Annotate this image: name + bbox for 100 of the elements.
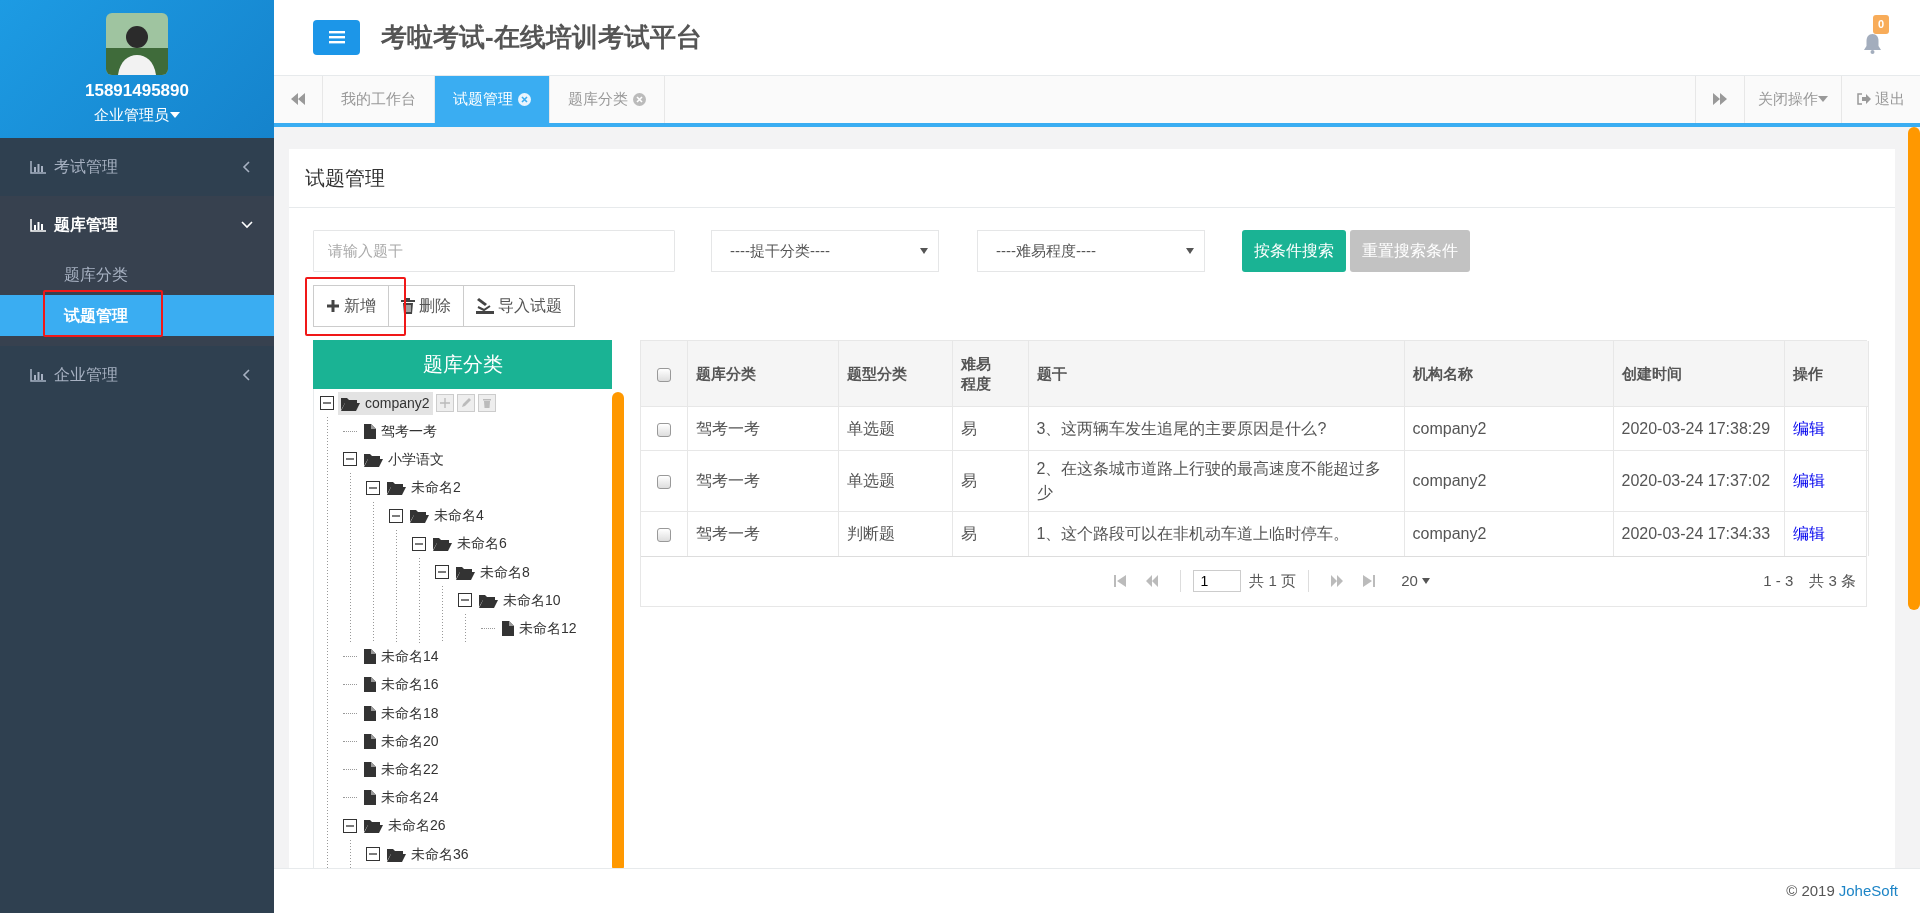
menu-item[interactable]: 题库管理 xyxy=(0,196,274,254)
folder-icon xyxy=(456,564,475,580)
caret-icon xyxy=(1818,96,1828,103)
sign-out-icon xyxy=(1857,93,1871,106)
collapse-toggle[interactable] xyxy=(320,396,334,410)
row-checkbox[interactable] xyxy=(656,475,671,490)
menu-item[interactable]: 企业管理 xyxy=(0,346,274,404)
tree-node[interactable]: 未命名12 xyxy=(499,617,580,640)
tree-node[interactable]: 未命名10 xyxy=(476,588,564,612)
file-icon xyxy=(364,677,376,693)
tree-node[interactable]: 未命名26 xyxy=(361,814,449,838)
collapse-toggle[interactable] xyxy=(435,565,449,580)
tree-node[interactable]: 驾考一考 xyxy=(361,419,440,443)
tree-node[interactable]: company2 xyxy=(338,391,433,415)
tree-node[interactable]: 小学语文 xyxy=(361,447,447,471)
collapse-toggle[interactable] xyxy=(412,536,426,551)
tree-node[interactable]: 未命名14 xyxy=(361,645,442,669)
scrollbar-thumb[interactable] xyxy=(1908,126,1920,610)
caret-icon xyxy=(1186,247,1194,254)
scroll-right-button[interactable] xyxy=(1695,75,1745,123)
file-icon xyxy=(364,423,376,439)
app-title: 考啦考试-在线培训考试平台 xyxy=(381,20,703,54)
tree-node[interactable]: 未命名2 xyxy=(384,476,464,500)
table-cell: 2020-03-24 17:38:29 xyxy=(1613,406,1784,451)
page-size-dropdown[interactable]: 20 xyxy=(1401,570,1430,593)
search-field[interactable]: 请输入题干 xyxy=(313,229,675,272)
edit-node-button[interactable] xyxy=(456,394,475,412)
collapse-toggle[interactable] xyxy=(389,508,403,523)
tree-node[interactable]: 未命名8 xyxy=(453,560,533,584)
table-cell: 驾考一考 xyxy=(687,511,838,556)
role-dropdown[interactable]: 企业管理员 xyxy=(93,103,181,126)
tree-node[interactable]: 未命名6 xyxy=(430,532,510,556)
plus-icon xyxy=(437,396,452,410)
folder-icon xyxy=(433,536,452,552)
file-icon xyxy=(502,621,514,636)
table-cell: company2 xyxy=(1404,511,1613,556)
tree-node[interactable]: 未命名24 xyxy=(361,786,442,810)
close-icon[interactable] xyxy=(633,92,646,106)
company-link[interactable]: JoheSoft xyxy=(1838,879,1898,903)
trash-icon xyxy=(401,297,415,314)
select-field[interactable]: ----难易程度---- xyxy=(977,229,1205,272)
column-header: 难易程度 xyxy=(952,340,1028,407)
tree-node[interactable]: 未命名4 xyxy=(407,504,487,528)
row-checkbox[interactable] xyxy=(656,527,671,542)
tree-title: 题库分类 xyxy=(313,339,612,389)
page-input[interactable]: 1 xyxy=(1193,570,1242,593)
row-checkbox[interactable] xyxy=(656,422,671,437)
import-button[interactable]: 导入试题 xyxy=(463,284,575,327)
tree-node[interactable]: 未命名18 xyxy=(361,701,442,725)
table-cell: 2、在这条城市道路上行驶的最高速度不能超过多少 xyxy=(1028,450,1404,512)
table-cell: 驾考一考 xyxy=(687,450,838,512)
edit-link[interactable]: 编辑 xyxy=(1792,419,1825,437)
bell-icon[interactable] xyxy=(1863,32,1882,54)
column-header: 机构名称 xyxy=(1404,340,1613,407)
record-range: 1 - 3 xyxy=(1763,571,1794,592)
tree-node[interactable]: 未命名22 xyxy=(361,757,442,781)
collapse-toggle[interactable] xyxy=(366,480,380,495)
collapse-toggle[interactable] xyxy=(458,593,472,608)
folder-icon xyxy=(479,592,498,608)
select-field[interactable]: ----提干分类---- xyxy=(711,229,939,272)
table-cell: 易 xyxy=(952,511,1028,556)
column-header: 创建时间 xyxy=(1613,340,1784,407)
previous-page-icon[interactable] xyxy=(1146,575,1159,588)
edit-link[interactable]: 编辑 xyxy=(1792,525,1825,543)
collapse-toggle[interactable] xyxy=(343,452,357,467)
record-total: 共 3 条 xyxy=(1809,571,1856,592)
close-icon[interactable] xyxy=(518,92,531,106)
table-cell: 单选题 xyxy=(838,450,952,512)
tree-node[interactable]: 未命名16 xyxy=(361,673,442,697)
delete-node-button[interactable] xyxy=(477,394,496,412)
tree-node[interactable]: 未命名20 xyxy=(361,729,442,753)
bar-chart-icon xyxy=(30,218,46,232)
table-cell: company2 xyxy=(1404,450,1613,512)
next-page-icon[interactable] xyxy=(1331,575,1344,588)
fast-forward-icon xyxy=(1713,93,1727,106)
scrollbar-thumb[interactable] xyxy=(612,391,624,869)
add-node-button[interactable] xyxy=(435,394,454,412)
table-cell: 1、这个路段可以在非机动车道上临时停车。 xyxy=(1028,511,1404,556)
table-cell: 易 xyxy=(952,406,1028,451)
bar-chart-icon xyxy=(30,368,46,382)
edit-link[interactable]: 编辑 xyxy=(1792,472,1825,490)
table-cell: company2 xyxy=(1404,406,1613,451)
last-page-icon[interactable] xyxy=(1363,575,1376,588)
collapse-toggle[interactable] xyxy=(343,818,357,833)
panel-title: 试题管理 xyxy=(289,148,1895,208)
select-all-checkbox[interactable] xyxy=(656,367,671,382)
table-cell: 驾考一考 xyxy=(687,406,838,451)
add-button[interactable]: 新增 xyxy=(313,284,389,327)
delete-button[interactable]: 删除 xyxy=(388,284,464,327)
table-cell: 易 xyxy=(952,450,1028,512)
submenu-item[interactable]: 题库分类 xyxy=(0,254,274,295)
tree-node[interactable]: 未命名36 xyxy=(384,842,472,866)
menu-item[interactable]: 考试管理 xyxy=(0,138,274,196)
copyright-text: © 2019 xyxy=(1786,880,1835,901)
first-page-icon[interactable] xyxy=(1114,575,1127,588)
file-icon xyxy=(364,705,376,721)
menu-button[interactable] xyxy=(313,19,360,55)
caret-icon xyxy=(1421,578,1430,585)
table-cell: 3、这两辆车发生追尾的主要原因是什么? xyxy=(1028,406,1404,451)
collapse-toggle[interactable] xyxy=(366,847,380,861)
